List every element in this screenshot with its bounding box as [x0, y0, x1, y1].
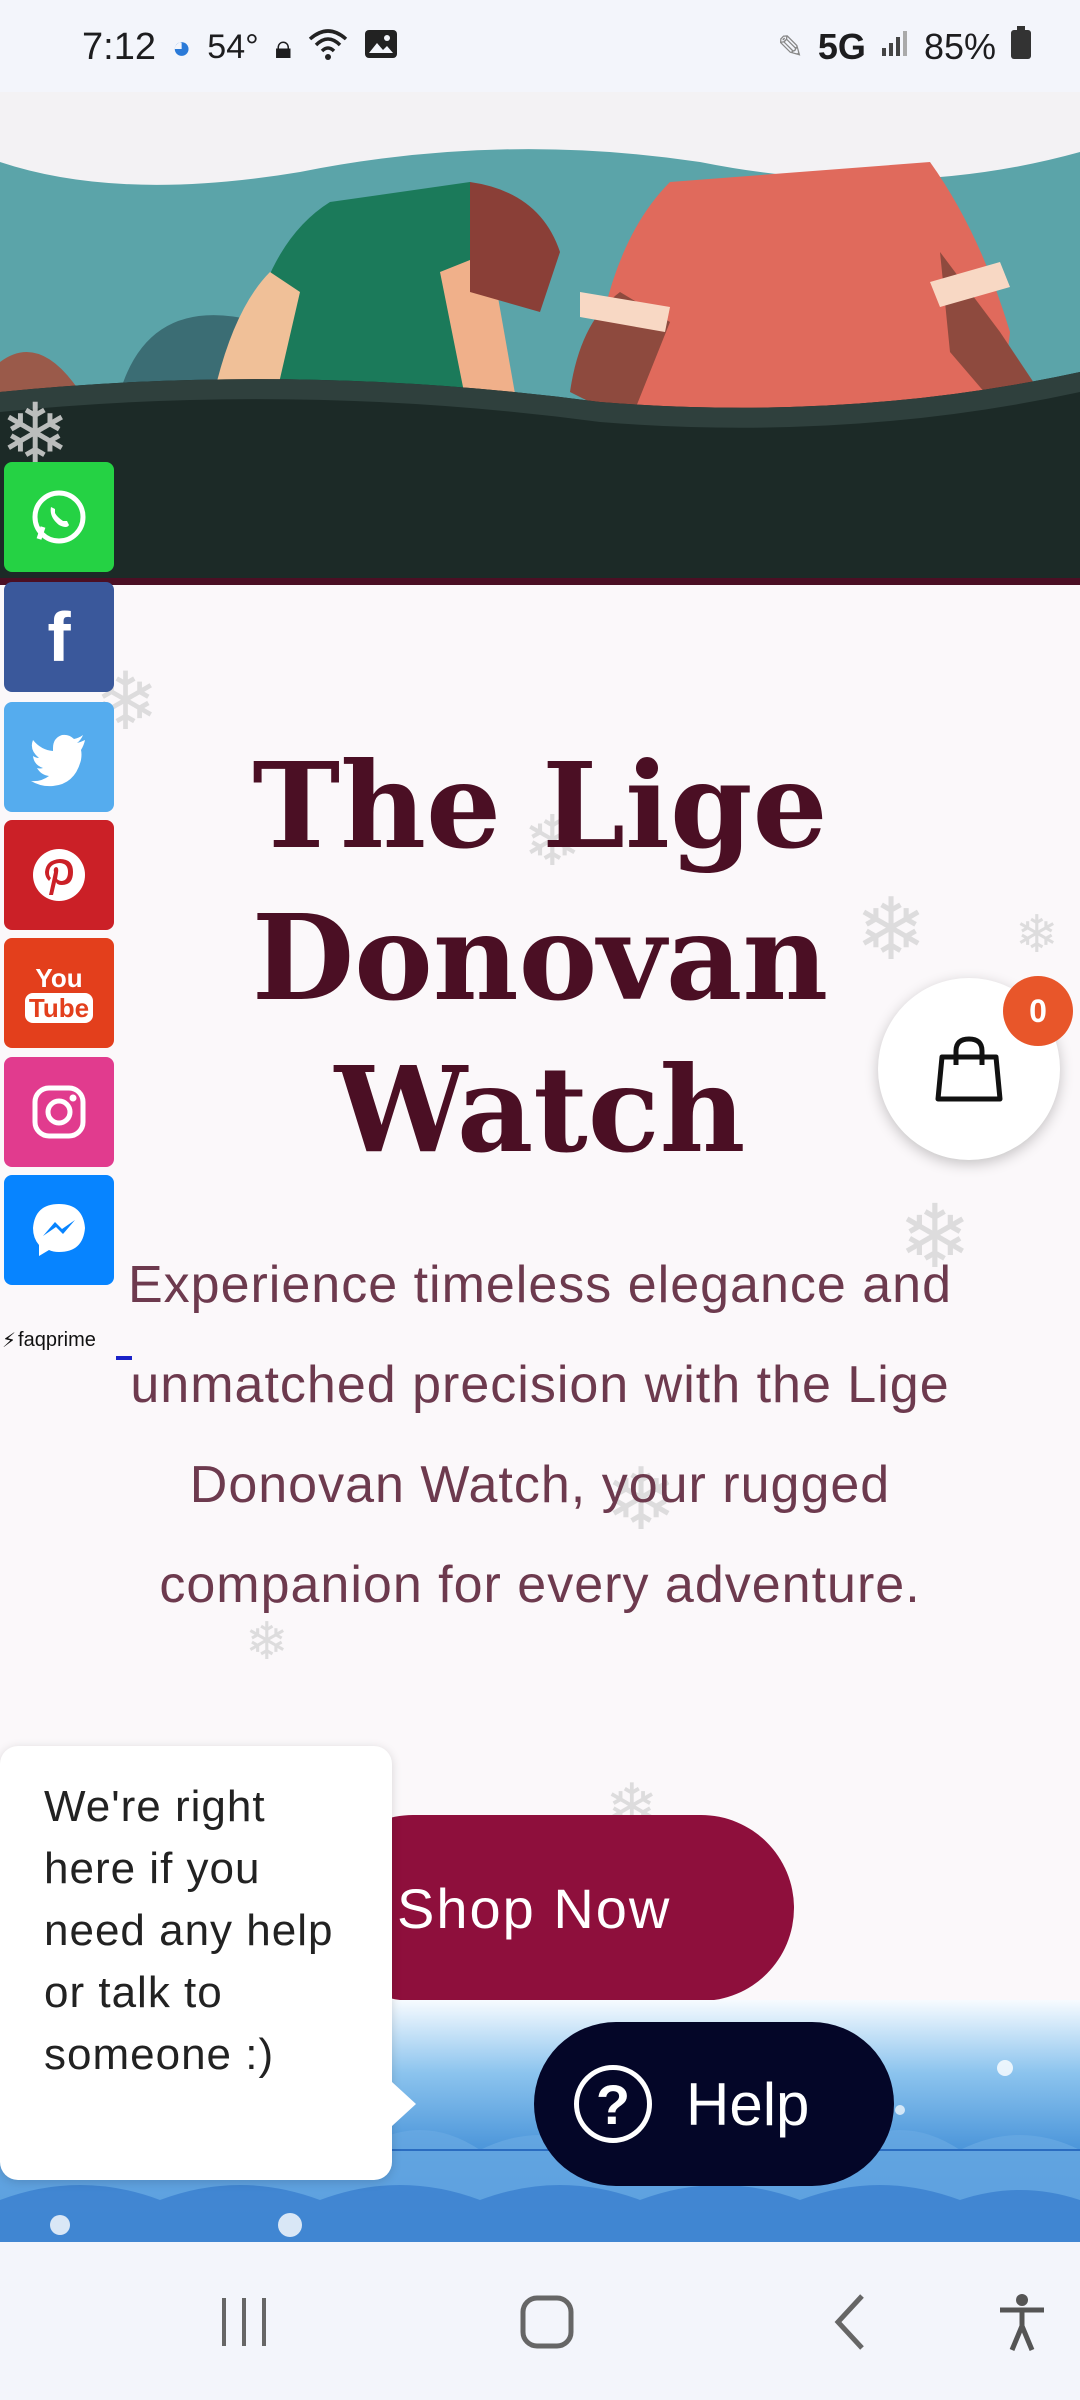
help-label: Help: [686, 2070, 810, 2138]
youtube-button[interactable]: You Tube: [4, 938, 114, 1048]
recent-apps-button[interactable]: [184, 2272, 304, 2372]
whatsapp-icon: [32, 490, 86, 544]
gallery-icon: [364, 29, 398, 67]
hero-divider: [0, 578, 1080, 585]
shopping-bag-icon: [935, 1036, 1003, 1102]
youtube-label-top: You: [35, 963, 83, 993]
weather-icon: ◕: [171, 29, 192, 65]
cart-count-badge: 0: [1003, 976, 1073, 1046]
battery-percent: 85%: [923, 26, 996, 67]
hero-illustration: [0, 92, 1080, 582]
twitter-button[interactable]: [4, 702, 114, 812]
wifi-icon: [308, 27, 348, 69]
twitter-icon: [31, 734, 85, 787]
snowflake-icon: ❄: [1015, 906, 1059, 964]
messenger-button[interactable]: [4, 1175, 114, 1285]
edit-icon: ✎: [777, 29, 804, 65]
navigation-bar: [0, 2242, 1080, 2400]
temperature: 54°: [207, 28, 259, 66]
messenger-icon: [33, 1204, 85, 1256]
youtube-icon: You Tube: [24, 963, 94, 1023]
facebook-icon: f: [47, 598, 71, 676]
hero-banner: [0, 92, 1080, 582]
facebook-button[interactable]: f: [4, 582, 114, 692]
clock: 7:12: [82, 26, 156, 68]
pinterest-icon: [33, 849, 85, 901]
network-type: 5G: [817, 26, 866, 67]
whatsapp-button[interactable]: [4, 462, 114, 572]
bolt-icon: ⚡︎: [2, 1330, 17, 1352]
help-button[interactable]: ? Help: [534, 2022, 894, 2186]
pinterest-button[interactable]: [4, 820, 114, 930]
faqprime-badge[interactable]: ⚡︎ faqprime: [2, 1328, 96, 1353]
lock-icon: 🔒︎: [274, 28, 292, 65]
product-description: Experience timeless elegance and unmatch…: [127, 1256, 953, 1614]
faqprime-label: faqprime: [18, 1329, 96, 1351]
back-button[interactable]: [791, 2272, 911, 2372]
status-bar: 7:12 ◕ 54° 🔒︎ ✎ 5G 85%: [0, 0, 1080, 92]
accessibility-button[interactable]: [962, 2272, 1080, 2372]
help-icon: ?: [574, 2065, 652, 2143]
accessibility-icon: [1000, 2294, 1044, 2351]
chat-bubble-tail: [392, 2082, 416, 2126]
instagram-button[interactable]: [4, 1057, 114, 1167]
back-icon: [834, 2294, 864, 2350]
youtube-label-bottom: Tube: [24, 993, 94, 1023]
signal-icon: [880, 28, 910, 66]
recent-apps-icon: [222, 2298, 266, 2346]
home-icon: [520, 2295, 574, 2349]
product-title: The Lige Donovan Watch: [251, 736, 829, 1179]
battery-icon: [1010, 26, 1032, 68]
home-button[interactable]: [487, 2272, 607, 2372]
instagram-icon: [32, 1085, 86, 1139]
chat-message[interactable]: We're right here if you need any help or…: [0, 1746, 392, 2180]
